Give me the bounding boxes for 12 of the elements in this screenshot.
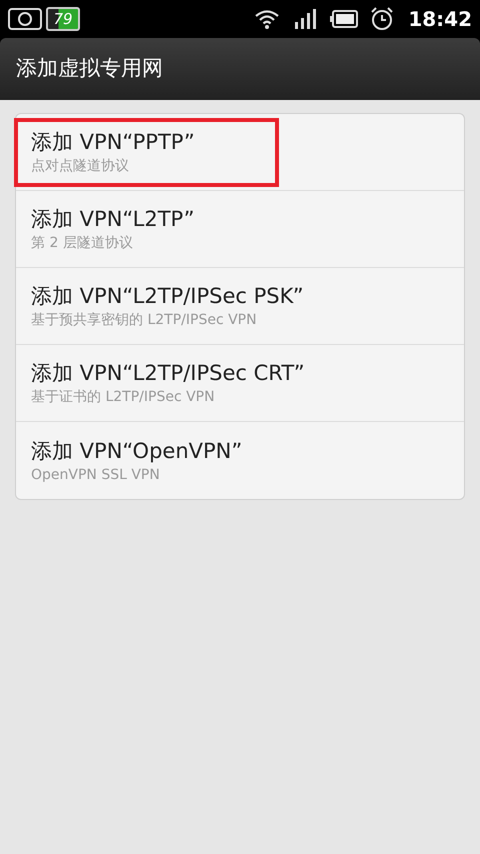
alarm-clock-icon (370, 7, 394, 31)
camera-icon (8, 7, 42, 31)
list-item[interactable]: 添加 VPN“PPTP” 点对点隧道协议 (14, 118, 279, 186)
clock-time: 18:42 (408, 6, 472, 33)
signal-icon (294, 8, 318, 30)
battery-icon (330, 10, 358, 28)
list-item[interactable]: 添加 VPN“L2TP/IPSec CRT” 基于证书的 L2TP/IPSec VPN (16, 348, 305, 418)
list-item[interactable]: 添加 VPN“L2TP” 第 2 层隧道协议 (16, 194, 194, 264)
screen-title: 添加虚拟专用网 (16, 55, 163, 82)
list-item[interactable]: 添加 VPN“L2TP/IPSec PSK” 基于预共享密钥的 L2TP/IPSec VPN (16, 272, 304, 340)
wifi-icon (254, 8, 280, 30)
list-item[interactable]: 添加 VPN“OpenVPN” OpenVPN SSL VPN (16, 426, 242, 495)
